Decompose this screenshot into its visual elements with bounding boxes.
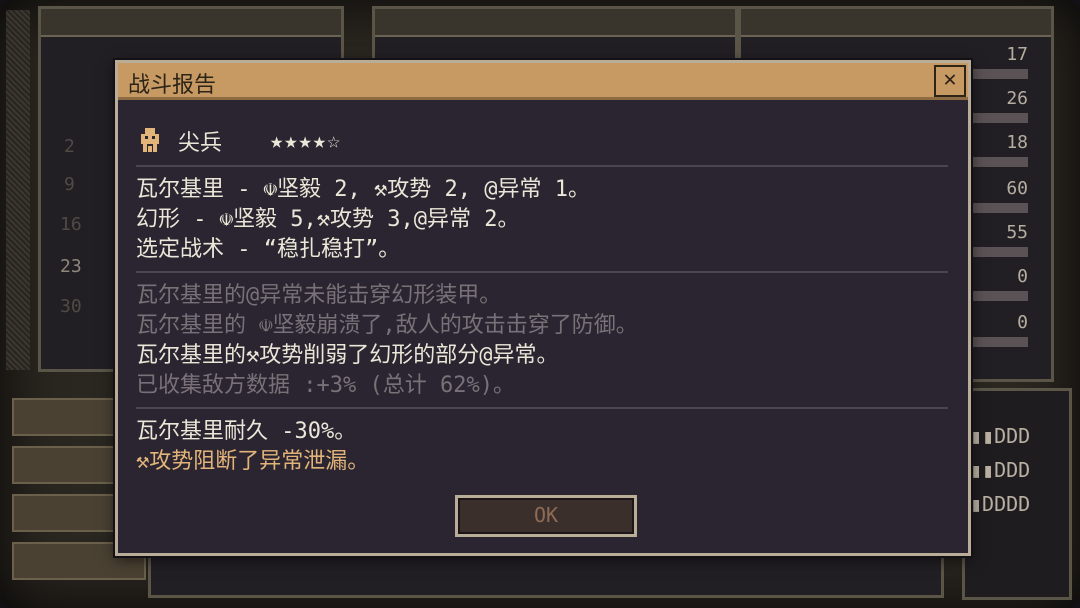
ok-button[interactable]: OK	[455, 495, 637, 537]
wrench-icon: ⚒	[246, 343, 260, 368]
report-line: ⚒攻势阻断了异常泄漏。	[136, 447, 948, 477]
report-line: 瓦尔基里的⚒攻势削弱了幻形的部分@异常。	[136, 341, 948, 371]
report-text: 攻势 3,	[330, 207, 414, 232]
report-text: 坚毅 2,	[277, 177, 374, 202]
report-line: 选定战术 - “稳扎稳打”。	[136, 237, 401, 262]
calendar-number: 16	[60, 214, 82, 235]
calendar-number: 2	[64, 136, 75, 157]
report-line: 瓦尔基里 - ☫坚毅 2, ⚒攻势 2, @异常 1。	[136, 175, 948, 205]
report-line: 瓦尔基里的@异常未能击穿幻形装甲。	[136, 281, 948, 311]
report-text: 坚毅崩溃了,敌人的攻击击穿了防御。	[272, 313, 638, 338]
report-text: 攻势削弱了幻形的部分	[259, 343, 480, 368]
slot-row: ▮▮DDD	[970, 424, 1031, 448]
unit-name: 尖兵	[178, 131, 223, 156]
fortitude-icon: ☫	[259, 313, 273, 338]
report-text: 瓦尔基里 -	[136, 177, 264, 202]
spiral-icon: @	[413, 207, 427, 232]
background-dither-left	[6, 10, 30, 370]
unit-row: 尖兵 ★★★★☆	[136, 123, 948, 159]
spiral-icon: @	[479, 343, 493, 368]
report-text: 异常 1。	[497, 177, 590, 202]
background-panel-header	[375, 9, 735, 37]
divider	[136, 165, 948, 167]
close-icon: ✕	[943, 67, 957, 92]
report-text: 攻势 2,	[387, 177, 485, 202]
report-line: 幻形 - ☫坚毅 5,⚒攻势 3,@异常 2。	[136, 205, 948, 235]
star-rating: ★★★★☆	[270, 128, 342, 154]
dialog-titlebar: 战斗报告 ✕	[118, 63, 968, 100]
report-text: 异常未能击穿幻形装甲。	[259, 283, 502, 308]
wrench-icon: ⚒	[316, 207, 330, 232]
wrench-icon: ⚒	[136, 449, 150, 474]
calendar-number: 23	[60, 256, 82, 277]
report-text: 瓦尔基里的	[136, 343, 247, 368]
report-text: 攻势阻断了异常泄漏。	[149, 449, 370, 474]
calendar-number: 9	[64, 174, 75, 195]
spiral-icon: @	[246, 283, 260, 308]
sentinel-icon	[136, 126, 164, 156]
slot-row: ▮▮DDD	[970, 458, 1031, 482]
report-line: 已收集敌方数据 :+3% (总计 62%)。	[136, 373, 515, 398]
dialog-title: 战斗报告	[128, 73, 217, 98]
report-text: 瓦尔基里的	[136, 283, 247, 308]
calendar-number: 30	[60, 296, 82, 317]
report-text: 异常 2。	[427, 207, 520, 232]
fortitude-icon: ☫	[219, 207, 233, 232]
report-line: 瓦尔基里的 ☫坚毅崩溃了,敌人的攻击击穿了防御。	[136, 311, 948, 341]
divider	[136, 407, 948, 409]
report-line: 瓦尔基里耐久 -30%。	[136, 419, 357, 444]
spiral-icon: @	[484, 177, 498, 202]
report-text: 坚毅 5,	[233, 207, 317, 232]
report-text: 瓦尔基里的	[136, 313, 260, 338]
slot-row: ▮DDDD	[970, 492, 1031, 516]
close-button[interactable]: ✕	[934, 65, 966, 97]
background-panel-header	[741, 9, 1051, 37]
report-text: 幻形 -	[136, 207, 220, 232]
divider	[136, 271, 948, 273]
background-panel-header	[41, 9, 341, 37]
report-text: 异常。	[492, 343, 559, 368]
battle-report-dialog: 战斗报告 ✕ 尖兵 ★★★★☆ 瓦尔基里 - ☫坚毅 2, ⚒攻势 2, @异常…	[115, 60, 971, 556]
fortitude-icon: ☫	[263, 177, 277, 202]
dialog-body: 尖兵 ★★★★☆ 瓦尔基里 - ☫坚毅 2, ⚒攻势 2, @异常 1。 幻形 …	[136, 123, 948, 477]
wrench-icon: ⚒	[373, 177, 388, 202]
